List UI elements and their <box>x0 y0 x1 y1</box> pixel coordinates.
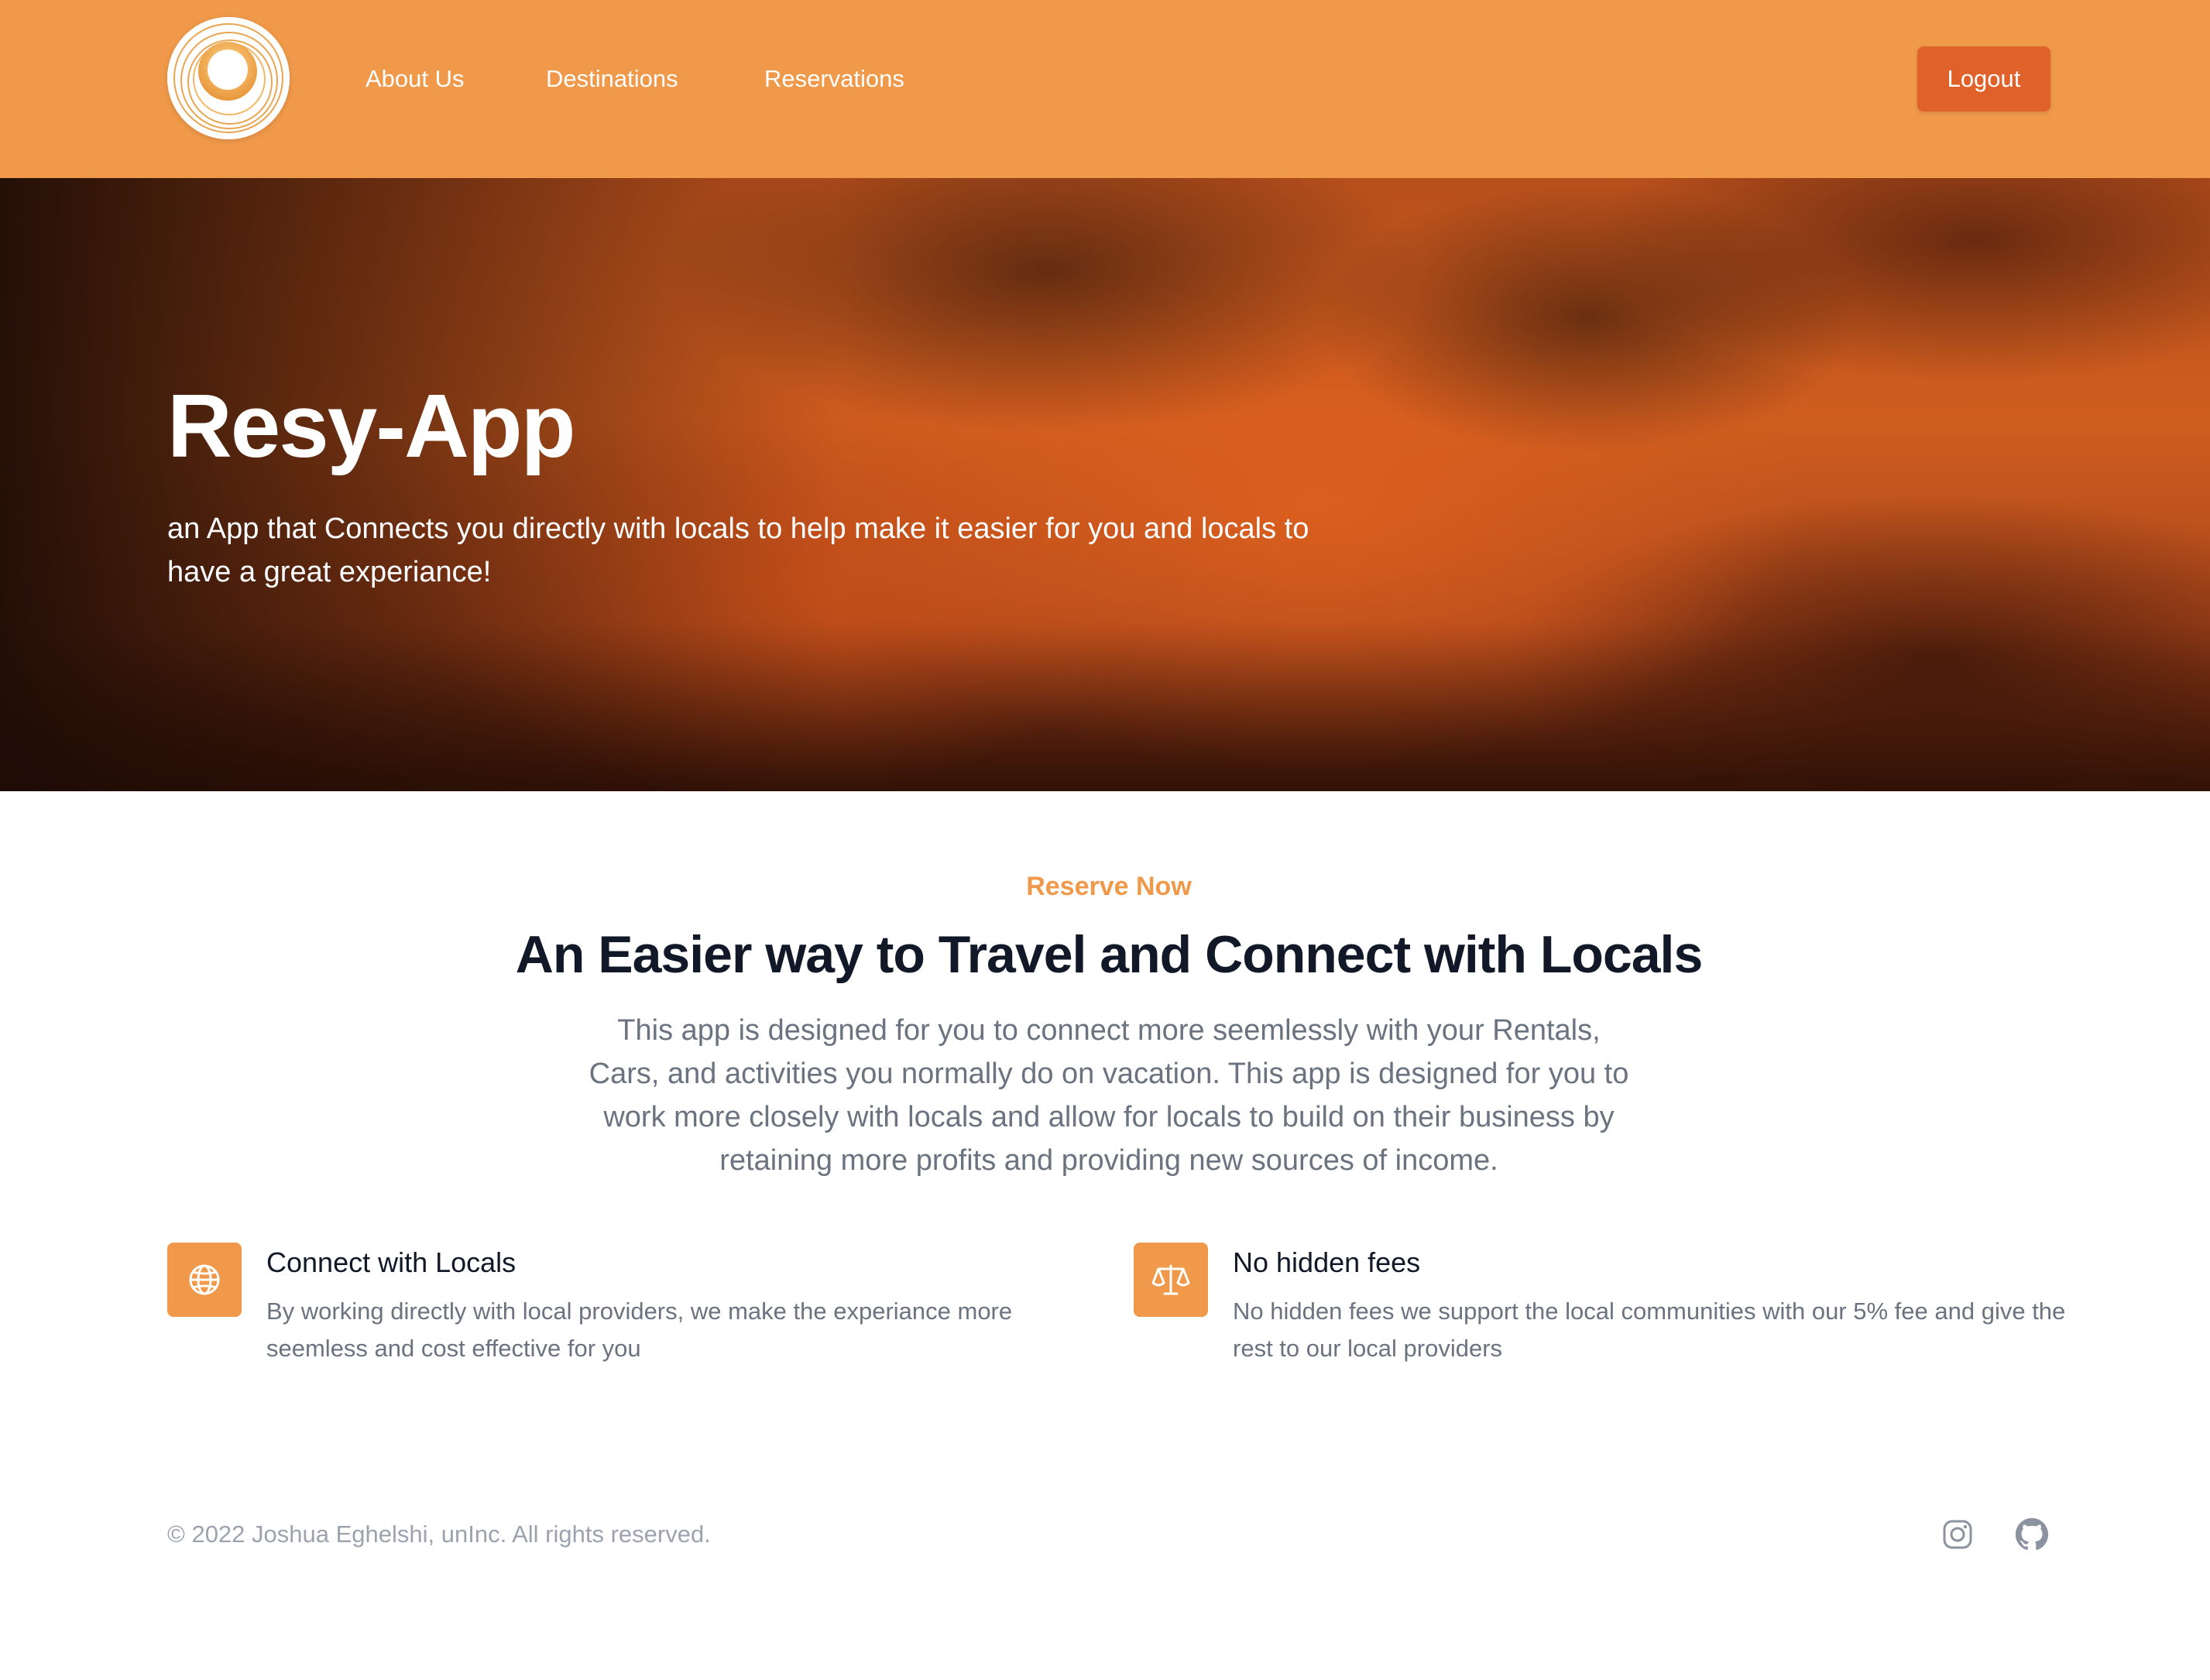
feature-title-fees: No hidden fees <box>1233 1246 1421 1278</box>
logo[interactable] <box>167 17 290 139</box>
logo-rings-icon <box>167 17 290 139</box>
nav-destinations-link[interactable]: Destinations <box>546 63 678 94</box>
globe-icon <box>167 1243 242 1317</box>
github-icon[interactable] <box>2015 1517 2049 1551</box>
top-navbar: About Us Destinations Reservations Logou… <box>0 0 2210 178</box>
feature-description-fees: No hidden fees we support the local comm… <box>1233 1298 2066 1362</box>
logout-button[interactable]: Logout <box>1917 46 2050 111</box>
hero-background-shade <box>0 621 2210 791</box>
nav-reservations-link[interactable]: Reservations <box>764 63 904 94</box>
section-title: An Easier way to Travel and Connect with… <box>515 925 1704 984</box>
scale-icon <box>1134 1243 1208 1317</box>
feature-description-connect: By working directly with local providers… <box>266 1298 1013 1362</box>
hero-subtitle: an App that Connects you directly with l… <box>167 513 1309 588</box>
hero-banner: Resy-App an App that Connects you direct… <box>0 178 2210 791</box>
footer-copyright: © 2022 Joshua Eghelshi, unInc. All right… <box>167 1521 711 1548</box>
hero-title: Resy-App <box>167 375 575 476</box>
feature-title-connect: Connect with Locals <box>266 1246 516 1278</box>
reserve-now-eyebrow: Reserve Now <box>1026 872 1192 901</box>
nav-about-us-link[interactable]: About Us <box>365 63 465 94</box>
section-description: This app is designed for you to connect … <box>589 1014 1629 1177</box>
instagram-icon[interactable] <box>1941 1517 1975 1551</box>
